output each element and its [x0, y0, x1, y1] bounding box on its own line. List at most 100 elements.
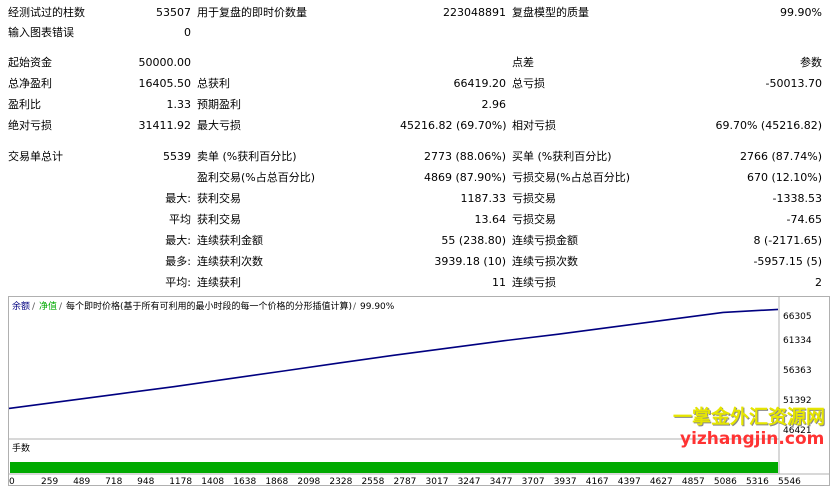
- stat-label: 连续获利次数: [197, 255, 263, 268]
- stat-label: 卖单 (%获利百分比): [197, 150, 297, 163]
- stat-label: 相对亏损: [512, 119, 556, 132]
- stat-value: 3939.18 (10): [434, 255, 506, 268]
- x-tick-label: 1408: [201, 477, 224, 486]
- stat-value: 5539: [163, 150, 191, 163]
- stat-value: 16405.50: [138, 77, 192, 90]
- stat-value: 69.70% (45216.82): [715, 119, 822, 132]
- stat-label: 买单 (%获利百分比): [512, 150, 612, 163]
- y-tick-label: 61334: [783, 336, 812, 346]
- stat-label: 亏损交易(%占总百分比): [512, 171, 631, 184]
- x-tick-label: 1638: [233, 477, 256, 486]
- stat-label: 总净盈利: [8, 77, 52, 90]
- x-tick-label: 2098: [297, 477, 320, 486]
- stat-prefix: 最大:: [165, 192, 191, 205]
- legend-quality: 99.90%: [360, 302, 395, 312]
- stat-label: 预期盈利: [197, 98, 241, 111]
- x-tick-label: 4857: [682, 477, 705, 486]
- stat-label: 复盘模型的质量: [512, 6, 589, 19]
- stat-label: 获利交易: [197, 213, 241, 226]
- stat-prefix: 平均: [169, 213, 191, 226]
- stat-value: 0: [184, 26, 191, 39]
- stat-label: 总亏损: [512, 77, 545, 90]
- stat-value: -74.65: [786, 213, 822, 226]
- y-tick-label: 66305: [783, 312, 812, 322]
- stat-label: 交易单总计: [8, 150, 63, 163]
- x-tick-label: 259: [41, 477, 58, 486]
- stat-value: 13.64: [474, 213, 507, 226]
- y-tick-label: 56363: [783, 366, 812, 376]
- stat-label: 连续获利: [197, 276, 241, 289]
- x-tick-label: 3937: [554, 477, 577, 486]
- stat-prefix: 最多:: [165, 255, 191, 268]
- x-tick-label: 2787: [394, 477, 417, 486]
- stat-value: 2.96: [481, 98, 507, 111]
- stat-label: 连续亏损次数: [512, 255, 578, 268]
- stat-prefix: 最大:: [165, 234, 191, 247]
- watermark-url: yizhangjin.com: [680, 429, 825, 449]
- stat-value: 2766 (87.74%): [739, 150, 822, 163]
- stat-value: 66419.20: [453, 77, 507, 90]
- stat-label: 绝对亏损: [8, 119, 52, 132]
- x-tick-label: 2328: [329, 477, 352, 486]
- watermark-title: 一掌金外汇资源网: [673, 406, 826, 428]
- chart-frame: [8, 296, 830, 486]
- x-tick-label: 4627: [650, 477, 673, 486]
- x-tick-label: 3247: [458, 477, 481, 486]
- x-tick-label: 4167: [586, 477, 609, 486]
- stat-value: 31411.92: [138, 119, 192, 132]
- stat-value: 53507: [156, 6, 191, 19]
- stat-value: 1187.33: [460, 192, 507, 205]
- stat-value: -1338.53: [772, 192, 822, 205]
- volume-bars: [10, 462, 778, 473]
- x-tick-label: 2558: [361, 477, 384, 486]
- stat-value: 8 (-2171.65): [753, 234, 822, 247]
- stat-label: 连续亏损金额: [512, 234, 578, 247]
- stat-label: 获利交易: [197, 192, 241, 205]
- stat-label: 亏损交易: [512, 192, 556, 205]
- stat-label: 连续获利金额: [197, 234, 263, 247]
- legend-equity: 净值: [39, 300, 57, 312]
- stat-label: 输入图表错误: [8, 26, 74, 39]
- stat-label: 总获利: [197, 77, 230, 90]
- x-tick-label: 489: [73, 477, 90, 486]
- x-tick-label: 718: [105, 477, 122, 486]
- x-tick-label: 0: [9, 477, 15, 486]
- x-tick-label: 948: [137, 477, 154, 486]
- x-tick-label: 1178: [169, 477, 192, 486]
- x-tick-label: 5316: [746, 477, 769, 486]
- stat-label: 起始资金: [8, 56, 52, 69]
- stat-label: 用于复盘的即时价数量: [197, 6, 307, 19]
- x-tick-label: 3707: [522, 477, 545, 486]
- stat-label: 经测试过的柱数: [8, 6, 85, 19]
- stat-value: -50013.70: [765, 77, 822, 90]
- stat-value: 2773 (88.06%): [423, 150, 506, 163]
- volume-label: 手数: [12, 442, 30, 454]
- stat-label: 最大亏损: [197, 119, 241, 132]
- x-tick-label: 5546: [778, 477, 801, 486]
- stat-value: 55 (238.80): [441, 234, 506, 247]
- stat-value: 50000.00: [138, 56, 192, 69]
- stat-label: 亏损交易: [512, 213, 556, 226]
- x-tick-label: 1868: [265, 477, 288, 486]
- x-tick-label: 4397: [618, 477, 641, 486]
- balance-chart: 余额 / 净值 / 每个即时价格(基于所有可利用的最小时段的每一个价格的分形插值…: [8, 296, 830, 486]
- stat-value: 99.90%: [780, 6, 822, 19]
- stat-value: 670 (12.10%): [746, 171, 822, 184]
- legend-balance: 余额: [12, 300, 30, 312]
- stat-label: 点差: [512, 56, 534, 69]
- stat-value: 45216.82 (69.70%): [400, 119, 507, 132]
- stat-label: 盈利交易(%占总百分比): [197, 171, 316, 184]
- stat-label: 连续亏损: [512, 276, 556, 289]
- stat-value: 4869 (87.90%): [423, 171, 506, 184]
- x-tick-label: 3477: [490, 477, 513, 486]
- stat-value: -5957.15 (5): [753, 255, 822, 268]
- stat-value: 1.33: [166, 98, 192, 111]
- stat-value: 2: [815, 276, 822, 289]
- stat-prefix: 平均:: [165, 276, 191, 289]
- stat-value: 参数: [800, 56, 822, 69]
- stat-value: 223048891: [443, 6, 506, 19]
- x-tick-label: 3017: [426, 477, 449, 486]
- x-tick-label: 5086: [714, 477, 737, 486]
- stat-label: 盈利比: [8, 98, 41, 111]
- stat-value: 11: [492, 276, 506, 289]
